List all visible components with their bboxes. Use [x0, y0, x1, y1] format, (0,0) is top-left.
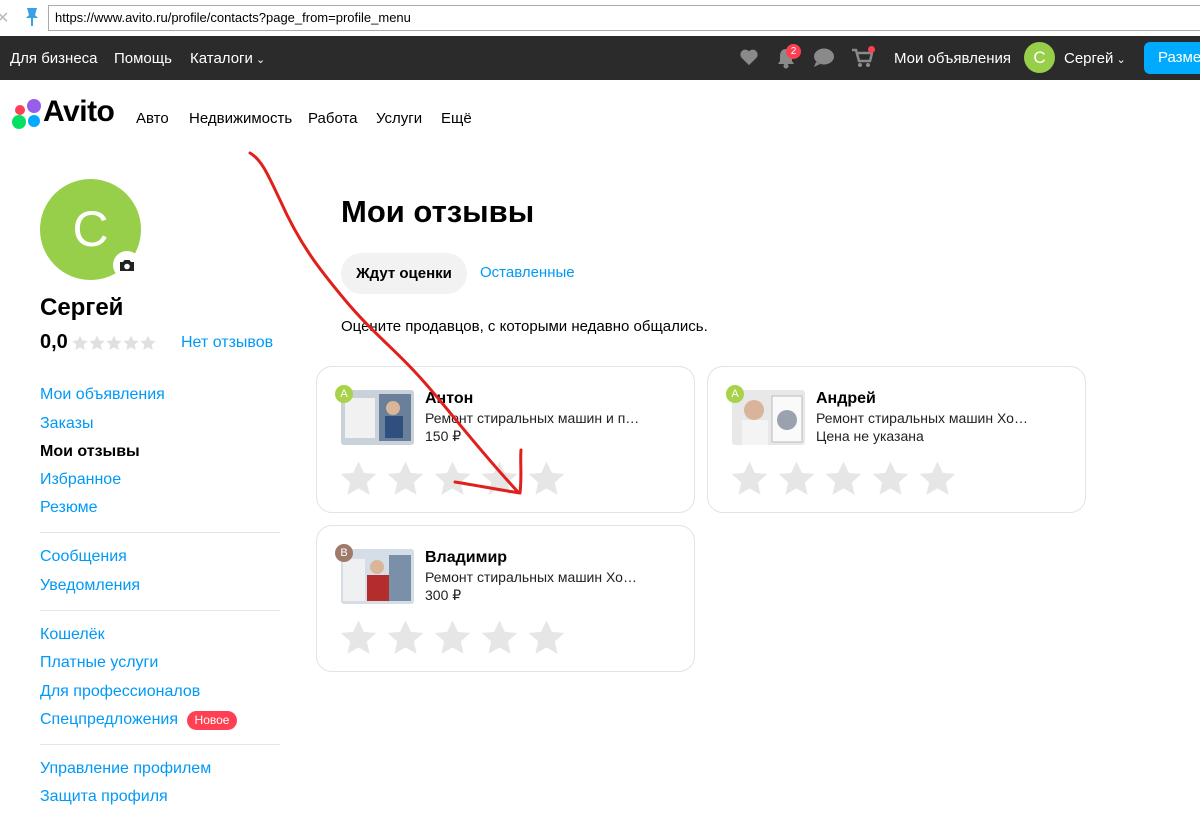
no-reviews-link[interactable]: Нет отзывов — [181, 334, 273, 352]
catalogs-menu[interactable]: Каталоги ⌄ — [190, 50, 265, 67]
sidebar-item-orders[interactable]: Заказы — [40, 415, 93, 433]
star-icon[interactable] — [434, 460, 471, 495]
star-icon[interactable] — [434, 619, 471, 654]
ad-title[interactable]: Ремонт стиральных машин Хо… — [425, 569, 637, 585]
category-more[interactable]: Ещё — [441, 110, 472, 127]
star-icon[interactable] — [731, 460, 768, 495]
chevron-down-icon: ⌄ — [252, 54, 266, 66]
star-icon[interactable] — [387, 619, 424, 654]
browser-address-bar: ✕ https://www.avito.ru/profile/contacts?… — [0, 0, 1200, 36]
star-icon[interactable] — [778, 460, 815, 495]
review-card: В Владимир Ремонт стиральных машин Хо… 3… — [316, 525, 695, 672]
star-icon[interactable] — [872, 460, 909, 495]
page-title: Мои отзывы — [341, 194, 535, 229]
rate-sellers-hint: Оцените продавцов, с которыми недавно об… — [341, 318, 708, 335]
star-icon[interactable] — [481, 619, 518, 654]
top-navigation-bar: Для бизнеса Помощь Каталоги ⌄ Мои объявл… — [0, 36, 1200, 80]
star-icons — [72, 335, 156, 350]
star-icon[interactable] — [340, 619, 377, 654]
seller-name[interactable]: Антон — [425, 390, 473, 408]
seller-mini-avatar: А — [726, 385, 744, 403]
heart-icon[interactable] — [739, 48, 759, 66]
category-auto[interactable]: Авто — [136, 110, 169, 127]
back-icon[interactable]: ✕ — [0, 8, 9, 28]
star-icon[interactable] — [387, 460, 424, 495]
sidebar-divider — [40, 532, 280, 533]
messages-icon[interactable] — [813, 48, 835, 67]
star-icon[interactable] — [528, 619, 565, 654]
rating-input[interactable] — [340, 460, 565, 495]
catalogs-label: Каталоги — [190, 50, 253, 67]
rating-value: 0,0 — [40, 331, 68, 353]
cart-indicator-dot — [868, 46, 875, 53]
tab-awaiting-rating[interactable]: Ждут оценки — [341, 253, 467, 294]
review-card: А Антон Ремонт стиральных машин и п… 150… — [316, 366, 695, 513]
url-field[interactable]: https://www.avito.ru/profile/contacts?pa… — [48, 5, 1200, 31]
rating-stars — [72, 335, 156, 352]
category-realty[interactable]: Недвижимость — [189, 110, 292, 127]
chevron-down-icon: ⌄ — [1113, 54, 1126, 66]
sidebar-item-resume[interactable]: Резюме — [40, 499, 98, 517]
seller-name[interactable]: Андрей — [816, 390, 876, 408]
camera-icon — [120, 260, 134, 271]
new-badge: Новое — [187, 711, 237, 730]
review-card: А Андрей Ремонт стиральных машин Хо… Цен… — [707, 366, 1086, 513]
ad-thumbnail[interactable] — [732, 390, 805, 445]
profile-name: Сергей — [40, 294, 124, 321]
sidebar-item-profile-management[interactable]: Управление профилем — [40, 760, 211, 778]
pin-icon[interactable] — [24, 6, 40, 28]
ad-thumbnail[interactable] — [341, 549, 414, 604]
change-photo-button[interactable] — [113, 251, 141, 279]
avito-logo-icon — [12, 99, 41, 129]
avito-logo[interactable]: Avito — [10, 95, 125, 132]
star-icon[interactable] — [919, 460, 956, 495]
sidebar-item-for-professionals[interactable]: Для профессионалов — [40, 683, 200, 701]
category-jobs[interactable]: Работа — [308, 110, 358, 127]
sidebar-item-my-reviews[interactable]: Мои отзывы — [40, 443, 140, 461]
sidebar-item-my-ads[interactable]: Мои объявления — [40, 386, 165, 404]
ad-price: Цена не указана — [816, 428, 924, 444]
ad-price: 150 ₽ — [425, 428, 462, 444]
my-ads-link[interactable]: Мои объявления — [894, 50, 1011, 67]
seller-mini-avatar: В — [335, 544, 353, 562]
user-avatar[interactable]: С — [1024, 42, 1055, 73]
star-icon[interactable] — [528, 460, 565, 495]
logo-text: Avito — [43, 95, 115, 128]
sidebar-item-paid-services[interactable]: Платные услуги — [40, 654, 158, 672]
category-services[interactable]: Услуги — [376, 110, 422, 127]
ad-price: 300 ₽ — [425, 587, 462, 603]
sidebar-item-wallet[interactable]: Кошелёк — [40, 626, 105, 644]
post-ad-button[interactable]: Разме — [1144, 42, 1200, 74]
sidebar-item-special-offers[interactable]: Спецпредложения — [40, 711, 178, 729]
sidebar-item-favorites[interactable]: Избранное — [40, 471, 121, 489]
star-icon[interactable] — [481, 460, 518, 495]
sidebar-item-notifications[interactable]: Уведомления — [40, 577, 140, 595]
for-business-link[interactable]: Для бизнеса — [10, 50, 98, 67]
rating-input[interactable] — [731, 460, 956, 495]
seller-mini-avatar: А — [335, 385, 353, 403]
seller-name[interactable]: Владимир — [425, 549, 507, 567]
ad-title[interactable]: Ремонт стиральных машин и п… — [425, 410, 639, 426]
user-menu-name: Сергей — [1064, 50, 1114, 67]
rating-input[interactable] — [340, 619, 565, 654]
notifications-count-badge: 2 — [786, 44, 801, 59]
user-menu[interactable]: Сергей ⌄ — [1064, 50, 1126, 67]
star-icon[interactable] — [825, 460, 862, 495]
sidebar-item-profile-protection[interactable]: Защита профиля — [40, 788, 168, 806]
help-link[interactable]: Помощь — [114, 50, 172, 67]
tab-left-reviews[interactable]: Оставленные — [480, 264, 575, 281]
sidebar-divider — [40, 744, 280, 745]
sidebar-divider — [40, 610, 280, 611]
ad-thumbnail[interactable] — [341, 390, 414, 445]
sidebar-item-messages[interactable]: Сообщения — [40, 548, 127, 566]
ad-title[interactable]: Ремонт стиральных машин Хо… — [816, 410, 1028, 426]
star-icon[interactable] — [340, 460, 377, 495]
